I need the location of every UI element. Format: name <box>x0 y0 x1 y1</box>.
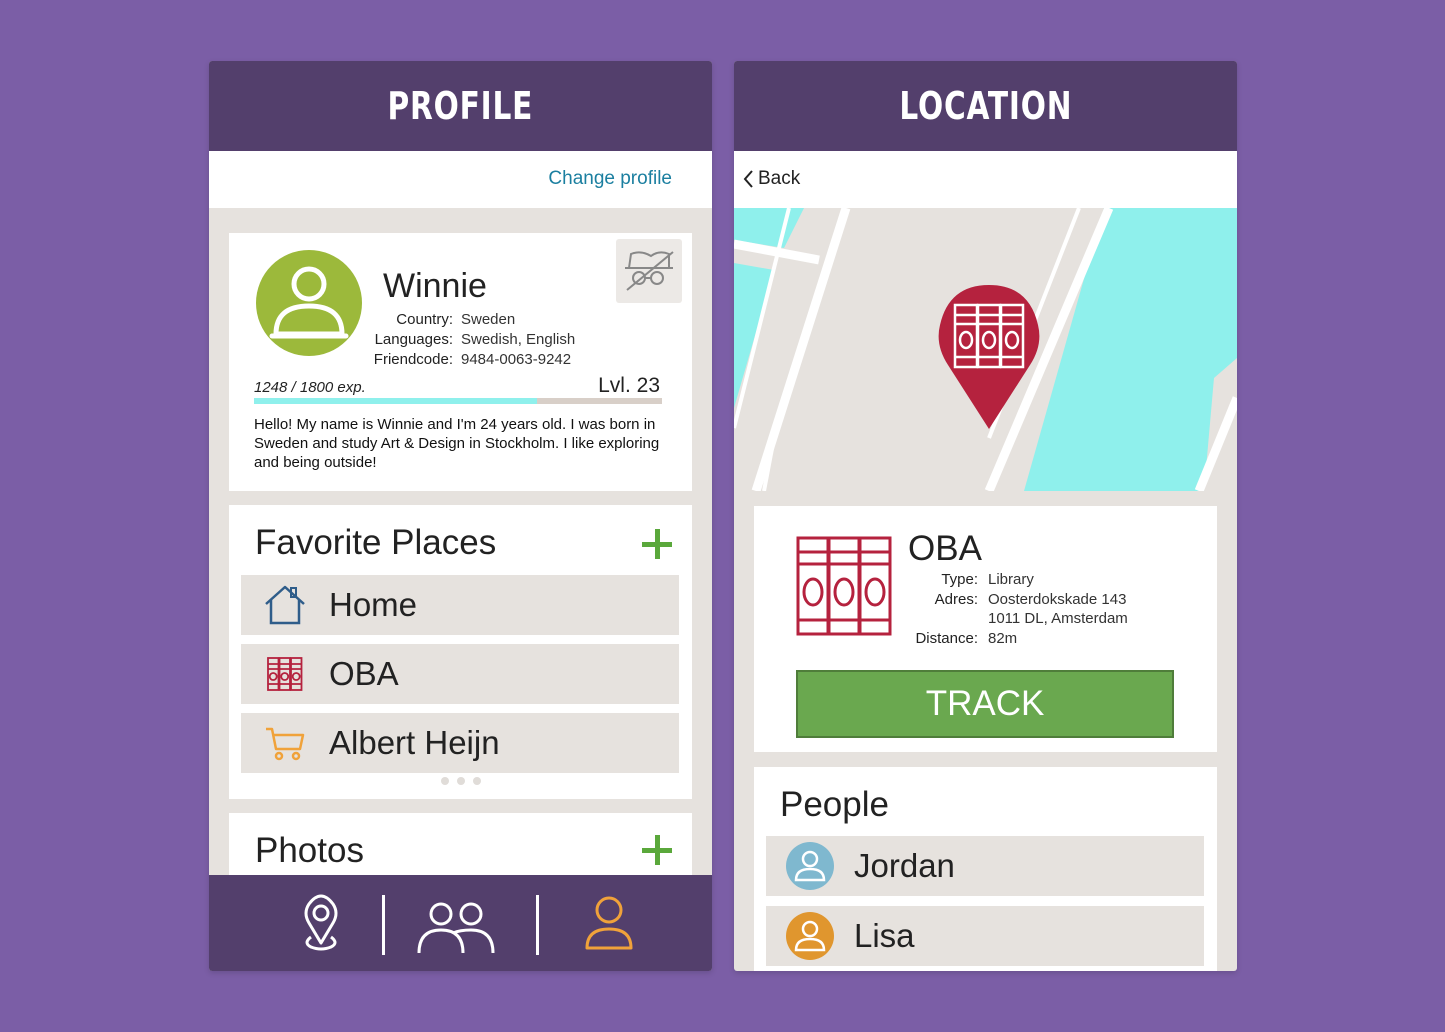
bottom-nav <box>209 875 712 971</box>
address-line-1: Oosterdokskade 143 <box>988 590 1127 608</box>
location-screen: LOCATION Back OBA Type: Library Adres: O… <box>734 61 1237 971</box>
page-title: PROFILE <box>387 84 534 128</box>
exp-text: 1248 / 1800 exp. <box>254 379 366 396</box>
user-name: Winnie <box>383 267 487 305</box>
favorite-places-card: Favorite Places Home OBA Albert Heijn <box>229 505 692 799</box>
people-title: People <box>780 785 889 824</box>
avatar <box>786 842 834 890</box>
back-button[interactable]: Back <box>742 168 800 190</box>
user-info: Country: Sweden Languages: Swedish, Englis… <box>371 310 575 370</box>
library-icon <box>267 657 303 691</box>
people-icon <box>417 902 495 954</box>
favorite-label: Albert Heijn <box>329 724 500 761</box>
place-info: Type: Library Adres: Oosterdokskade 143 10… <box>868 570 1128 648</box>
person-icon <box>794 850 826 882</box>
map-view[interactable] <box>734 208 1237 491</box>
cart-icon <box>266 727 305 761</box>
nav-profile-button[interactable] <box>584 893 634 960</box>
favorite-item-home[interactable]: Home <box>241 575 679 635</box>
country-label: Country: <box>396 311 453 328</box>
place-name: OBA <box>908 529 982 568</box>
location-header: LOCATION <box>734 61 1237 151</box>
type-label: Type: <box>941 571 978 588</box>
badge-button[interactable] <box>616 239 682 303</box>
favorite-label: Home <box>329 586 418 623</box>
add-favorite-button[interactable] <box>642 529 672 559</box>
address-line-2: 1011 DL, Amsterdam <box>988 610 1128 627</box>
person-item-lisa[interactable]: Lisa <box>766 906 1204 966</box>
avatar <box>786 912 834 960</box>
person-name: Jordan <box>854 847 955 884</box>
favorite-item-albert-heijn[interactable]: Albert Heijn <box>241 713 679 773</box>
person-item-jordan[interactable]: Jordan <box>766 836 1204 896</box>
nav-location-button[interactable] <box>299 893 343 958</box>
distance-value: 82m <box>988 629 1018 647</box>
chevron-left-icon <box>743 170 753 188</box>
level-text: Lvl. 23 <box>598 374 660 397</box>
exp-progress-bar <box>254 398 662 404</box>
photos-title: Photos <box>255 831 364 870</box>
exp-progress-fill <box>254 398 537 404</box>
location-subbar: Back <box>734 151 1237 208</box>
home-icon <box>265 585 305 625</box>
favorite-item-oba[interactable]: OBA <box>241 644 679 704</box>
page-title: LOCATION <box>899 84 1072 128</box>
languages-label: Languages: <box>374 331 453 348</box>
nav-separator <box>382 895 385 955</box>
person-name: Lisa <box>854 917 915 954</box>
country-value: Sweden <box>461 311 516 328</box>
profile-header: PROFILE <box>209 61 712 151</box>
favorite-places-title: Favorite Places <box>255 523 497 562</box>
person-icon <box>585 896 633 950</box>
track-button[interactable]: TRACK <box>796 670 1174 738</box>
pagination-dots[interactable] <box>229 777 692 785</box>
people-card: People Jordan Lisa <box>754 767 1217 971</box>
address-label: Adres: <box>934 590 978 608</box>
location-pin-icon <box>304 894 338 951</box>
glasses-hat-icon <box>625 251 674 291</box>
map-marker-icon <box>938 285 1040 429</box>
profile-card: Winnie Country: Sweden Languages: Swedish,… <box>229 233 692 491</box>
distance-label: Distance: <box>915 629 978 647</box>
nav-separator <box>536 895 539 955</box>
user-bio: Hello! My name is Winnie and I'm 24 year… <box>254 416 660 471</box>
person-icon <box>269 266 349 339</box>
languages-value: Swedish, English <box>461 331 576 348</box>
place-card: OBA Type: Library Adres: Oosterdokskade 14… <box>754 506 1217 752</box>
avatar <box>256 250 362 356</box>
type-value: Library <box>988 571 1034 588</box>
friendcode-label: Friendcode: <box>373 351 453 368</box>
person-icon <box>794 920 826 952</box>
nav-people-button[interactable] <box>415 897 497 962</box>
profile-subbar: Change profile <box>209 151 712 208</box>
change-profile-link[interactable]: Change profile <box>548 168 672 190</box>
back-label: Back <box>758 168 801 189</box>
favorite-label: OBA <box>329 655 399 692</box>
friendcode-value: 9484-0063-9242 <box>461 351 572 368</box>
add-photo-button[interactable] <box>642 835 672 865</box>
profile-screen: PROFILE Change profile Winnie Country: Sw… <box>209 61 712 971</box>
